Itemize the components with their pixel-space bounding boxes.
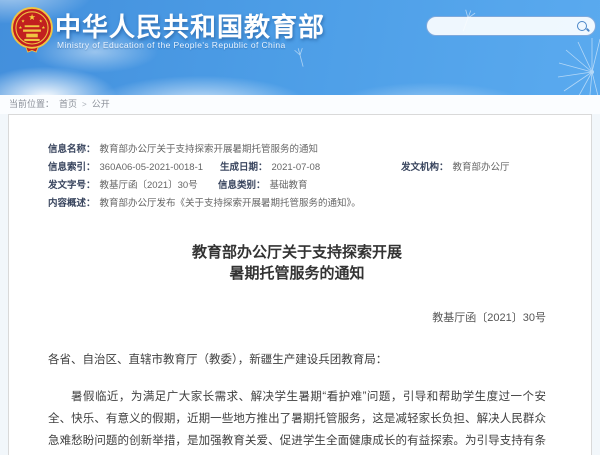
meta-category-label: 信息类别： [218, 177, 266, 195]
meta-summary-value: 教育部办公厅发布《关于支持探索开展暑期托管服务的通知》。 [100, 195, 361, 213]
document-paragraph: 暑假临近，为满足广大家长需求、解决学生暑期“看护难”问题，引导和帮助学生度过一个… [48, 386, 546, 455]
meta-agency-label: 发文机构： [401, 159, 449, 177]
meta-date-value: 2021-07-08 [272, 159, 321, 177]
meta-date-label: 生成日期： [220, 159, 268, 177]
meta-index-label: 信息索引： [48, 159, 96, 177]
svg-text:★: ★ [21, 19, 26, 25]
svg-text:★: ★ [18, 25, 23, 31]
meta-index-value: 360A06-05-2021-0018-1 [100, 159, 204, 177]
meta-row-docno-category: 发文字号： 教基厅函〔2021〕30号 信息类别： 基础教育 [48, 177, 546, 195]
meta-docno-value: 教基厅函〔2021〕30号 [100, 177, 198, 195]
document-title-line1: 教育部办公厅关于支持探索开展 [48, 242, 546, 263]
breadcrumb-item-gongkai[interactable]: 公开 [92, 95, 110, 114]
search-box[interactable] [426, 16, 596, 36]
meta-row-summary: 内容概述： 教育部办公厅发布《关于支持探索开展暑期托管服务的通知》。 [48, 195, 546, 213]
meta-name-value: 教育部办公厅关于支持探索开展暑期托管服务的通知 [100, 141, 319, 159]
meta-row-name: 信息名称： 教育部办公厅关于支持探索开展暑期托管服务的通知 [48, 141, 546, 159]
meta-summary-label: 内容概述： [48, 195, 96, 213]
search-icon[interactable] [576, 20, 589, 33]
svg-text:★: ★ [28, 12, 36, 22]
breadcrumb-item-home[interactable]: 首页 [59, 95, 77, 114]
document-meta: 信息名称： 教育部办公厅关于支持探索开展暑期托管服务的通知 信息索引： 360A… [48, 141, 546, 213]
site-title[interactable]: 中华人民共和国教育部 [55, 7, 325, 44]
meta-row-index-date-agency: 信息索引： 360A06-05-2021-0018-1 生成日期： 2021-0… [48, 159, 546, 177]
svg-text:★: ★ [41, 25, 46, 31]
document-number: 教基厅函〔2021〕30号 [48, 309, 546, 325]
site-header: ★ ★ ★ ★ ★ 中华人民共和国教育部 Ministry of Educati… [0, 0, 600, 95]
search-input[interactable] [427, 18, 576, 34]
meta-name-label: 信息名称： [48, 141, 96, 159]
breadcrumb-label: 当前位置： [9, 95, 54, 114]
document-title: 教育部办公厅关于支持探索开展 暑期托管服务的通知 [48, 242, 546, 284]
document-salutation: 各省、自治区、直辖市教育厅（教委），新疆生产建设兵团教育局： [48, 349, 546, 371]
site-subtitle: Ministry of Education of the People's Re… [57, 40, 286, 50]
meta-docno-label: 发文字号： [48, 177, 96, 195]
document-title-line2: 暑期托管服务的通知 [48, 263, 546, 284]
meta-category-value: 基础教育 [270, 177, 308, 195]
svg-text:★: ★ [39, 19, 44, 25]
national-emblem-icon: ★ ★ ★ ★ ★ [11, 6, 53, 54]
breadcrumb: 当前位置： 首页 > 公开 [0, 95, 600, 114]
document-panel: 信息名称： 教育部办公厅关于支持探索开展暑期托管服务的通知 信息索引： 360A… [8, 114, 592, 455]
breadcrumb-separator: > [82, 95, 87, 114]
meta-agency-value: 教育部办公厅 [453, 159, 510, 177]
